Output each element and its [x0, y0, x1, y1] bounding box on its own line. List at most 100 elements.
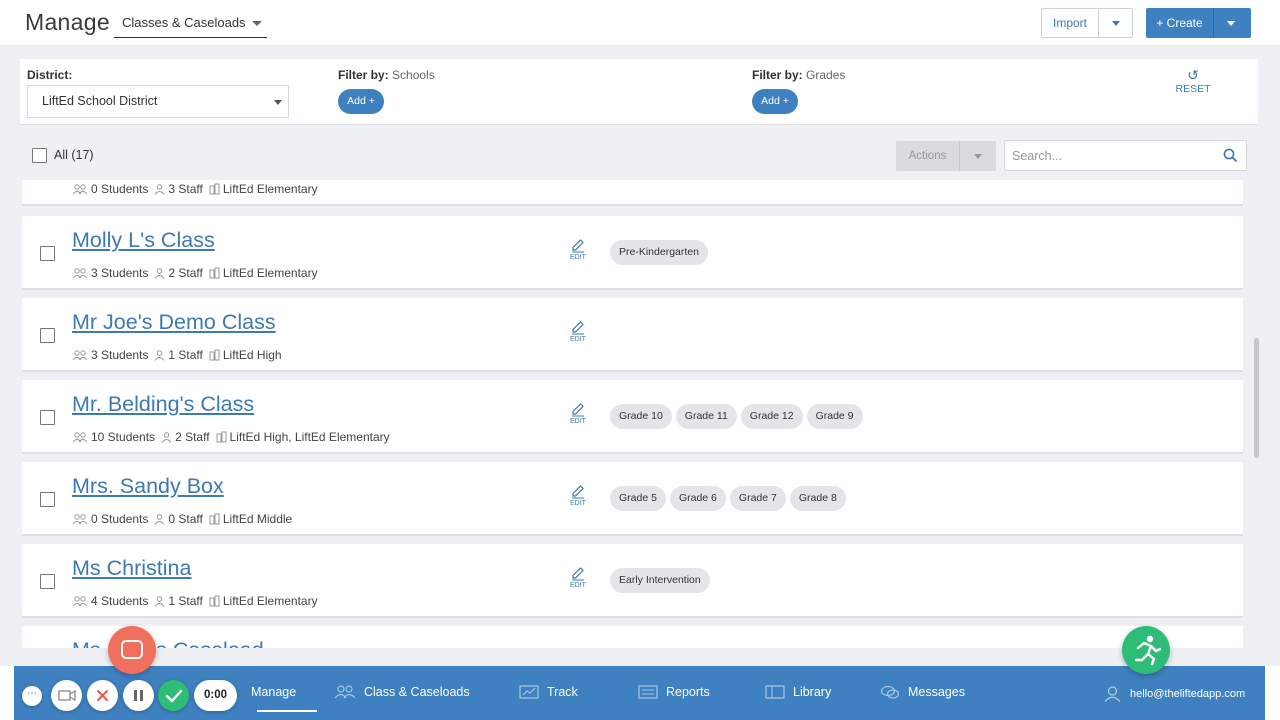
staff-icon	[154, 513, 165, 525]
recorder-cancel-button[interactable]	[87, 680, 118, 711]
recorder-camera-button[interactable]	[51, 680, 82, 711]
actions-button[interactable]: Actions	[896, 141, 960, 171]
class-row: Ms Christina 4 Students 1 Staff LiftEd Elem…	[22, 544, 1243, 618]
grade-tags: Pre-Kindergarten	[610, 240, 712, 265]
recorder-more-button[interactable]: ⋯	[22, 686, 42, 706]
students-icon	[72, 349, 88, 360]
class-title-link[interactable]: Mrs. Sandy Box	[72, 474, 224, 499]
school-building-icon	[209, 349, 220, 361]
nav-messages[interactable]: Messages	[880, 685, 965, 699]
messages-icon	[880, 685, 900, 699]
close-icon	[97, 690, 108, 701]
class-title-link[interactable]: Mr Joe's Demo Class	[72, 310, 276, 335]
nav-reports[interactable]: Reports	[638, 685, 710, 699]
recorder-finish-button[interactable]	[158, 680, 189, 711]
grade-tag: Early Intervention	[610, 568, 710, 593]
chevron-down-icon	[974, 154, 982, 159]
students-count: 10 Students	[72, 430, 155, 444]
add-grade-filter-button[interactable]: Add +	[752, 89, 798, 114]
grade-tags: Early Intervention	[610, 568, 714, 593]
edit-pencil-icon	[572, 321, 584, 335]
row-checkbox[interactable]	[40, 328, 55, 343]
search-box	[1004, 140, 1247, 171]
edit-pencil-icon	[572, 567, 584, 581]
search-input[interactable]	[1005, 141, 1205, 170]
school-name: LiftEd Elementary	[209, 182, 318, 196]
user-email-label: hello@theliftedapp.com	[1130, 688, 1246, 700]
students-icon	[72, 267, 88, 278]
grade-tag: Grade 9	[806, 404, 863, 429]
row-meta: 4 Students 1 Staff LiftEd Elementary	[72, 594, 324, 608]
import-dropdown-toggle[interactable]	[1099, 9, 1132, 37]
edit-button[interactable]: EDIT	[566, 320, 590, 343]
row-checkbox[interactable]	[40, 574, 55, 589]
nav-messages-label: Messages	[908, 685, 965, 699]
nav-library[interactable]: Library	[765, 685, 831, 699]
import-button[interactable]: Import	[1042, 9, 1099, 37]
class-title-link[interactable]: Molly L's Class	[72, 228, 215, 253]
row-checkbox[interactable]	[40, 492, 55, 507]
class-list: 0 Students 3 Staff LiftEd Elementary Mol…	[0, 180, 1280, 648]
staff-count: 2 Staff	[154, 266, 203, 280]
view-selector-label: Classes & Caseloads	[122, 15, 246, 30]
staff-count: 3 Staff	[154, 182, 203, 196]
search-icon[interactable]	[1223, 148, 1238, 168]
students-count: 0 Students	[72, 182, 148, 196]
grade-tags: Grade 10 Grade 11 Grade 12 Grade 9	[610, 404, 867, 429]
view-selector-dropdown[interactable]: Classes & Caseloads	[114, 10, 267, 38]
reset-label: RESET	[1175, 83, 1211, 95]
staff-icon	[154, 183, 165, 195]
class-row: Molly L's Class 3 Students 2 Staff LiftEd E…	[22, 216, 1243, 290]
select-all-checkbox[interactable]	[32, 148, 47, 163]
help-runner-button[interactable]	[1122, 626, 1170, 674]
school-name: LiftEd Middle	[209, 512, 292, 526]
import-button-group: Import	[1041, 8, 1133, 38]
nav-class-caseloads[interactable]: Class & Caseloads	[334, 685, 470, 699]
chevron-down-icon	[1112, 21, 1120, 26]
actions-button-group: Actions	[896, 141, 996, 171]
school-building-icon	[216, 431, 227, 443]
recorder-pause-button[interactable]	[123, 680, 154, 711]
edit-button[interactable]: EDIT	[566, 402, 590, 425]
school-name: LiftEd High	[209, 348, 282, 362]
staff-icon	[154, 267, 165, 279]
list-scrollbar[interactable]	[1254, 338, 1259, 458]
nav-track-label: Track	[547, 685, 578, 699]
user-account[interactable]: hello@theliftedapp.com	[1104, 686, 1245, 702]
row-checkbox[interactable]	[40, 410, 55, 425]
edit-button[interactable]: EDIT	[566, 238, 590, 261]
row-checkbox[interactable]	[40, 246, 55, 261]
staff-count: 2 Staff	[161, 430, 210, 444]
nav-manage[interactable]: Manage	[251, 685, 296, 699]
class-title-link[interactable]: Mr. Belding's Class	[72, 392, 254, 417]
nav-active-indicator	[257, 710, 317, 712]
class-title-link[interactable]: Ms. ...ck's Caseload	[72, 638, 264, 648]
students-count: 3 Students	[72, 266, 148, 280]
create-button[interactable]: + Create	[1146, 8, 1214, 38]
recorder-timer: 0:00	[194, 680, 237, 711]
chat-support-button[interactable]	[108, 626, 156, 674]
edit-button[interactable]: EDIT	[566, 566, 590, 589]
staff-icon	[154, 349, 165, 361]
nav-class-caseloads-label: Class & Caseloads	[364, 685, 470, 699]
page-title: Manage	[25, 9, 110, 35]
nav-track[interactable]: Track	[519, 685, 578, 699]
edit-button[interactable]: EDIT	[566, 484, 590, 507]
class-row: Mrs. Sandy Box 0 Students 0 Staff LiftEd Mi…	[22, 462, 1243, 536]
library-icon	[765, 685, 785, 699]
district-select[interactable]: LiftEd School District	[27, 85, 289, 118]
class-row: 0 Students 3 Staff LiftEd Elementary	[22, 180, 1243, 206]
add-school-filter-button[interactable]: Add +	[338, 89, 384, 114]
row-meta: 3 Students 2 Staff LiftEd Elementary	[72, 266, 324, 280]
class-title-link[interactable]: Ms Christina	[72, 556, 191, 581]
class-row: Mr Joe's Demo Class 3 Students 1 Staff Lift…	[22, 298, 1243, 372]
actions-dropdown-toggle[interactable]	[960, 141, 996, 171]
camera-icon	[58, 689, 76, 702]
nav-manage-label: Manage	[251, 685, 297, 699]
filter-panel: District: LiftEd School District Filter …	[20, 59, 1258, 125]
chevron-down-icon	[274, 100, 282, 105]
reset-button[interactable]: ↺ RESET	[1173, 67, 1213, 95]
create-dropdown-toggle[interactable]	[1214, 8, 1251, 38]
edit-pencil-icon	[572, 403, 584, 417]
grade-tag: Grade 6	[669, 486, 726, 511]
